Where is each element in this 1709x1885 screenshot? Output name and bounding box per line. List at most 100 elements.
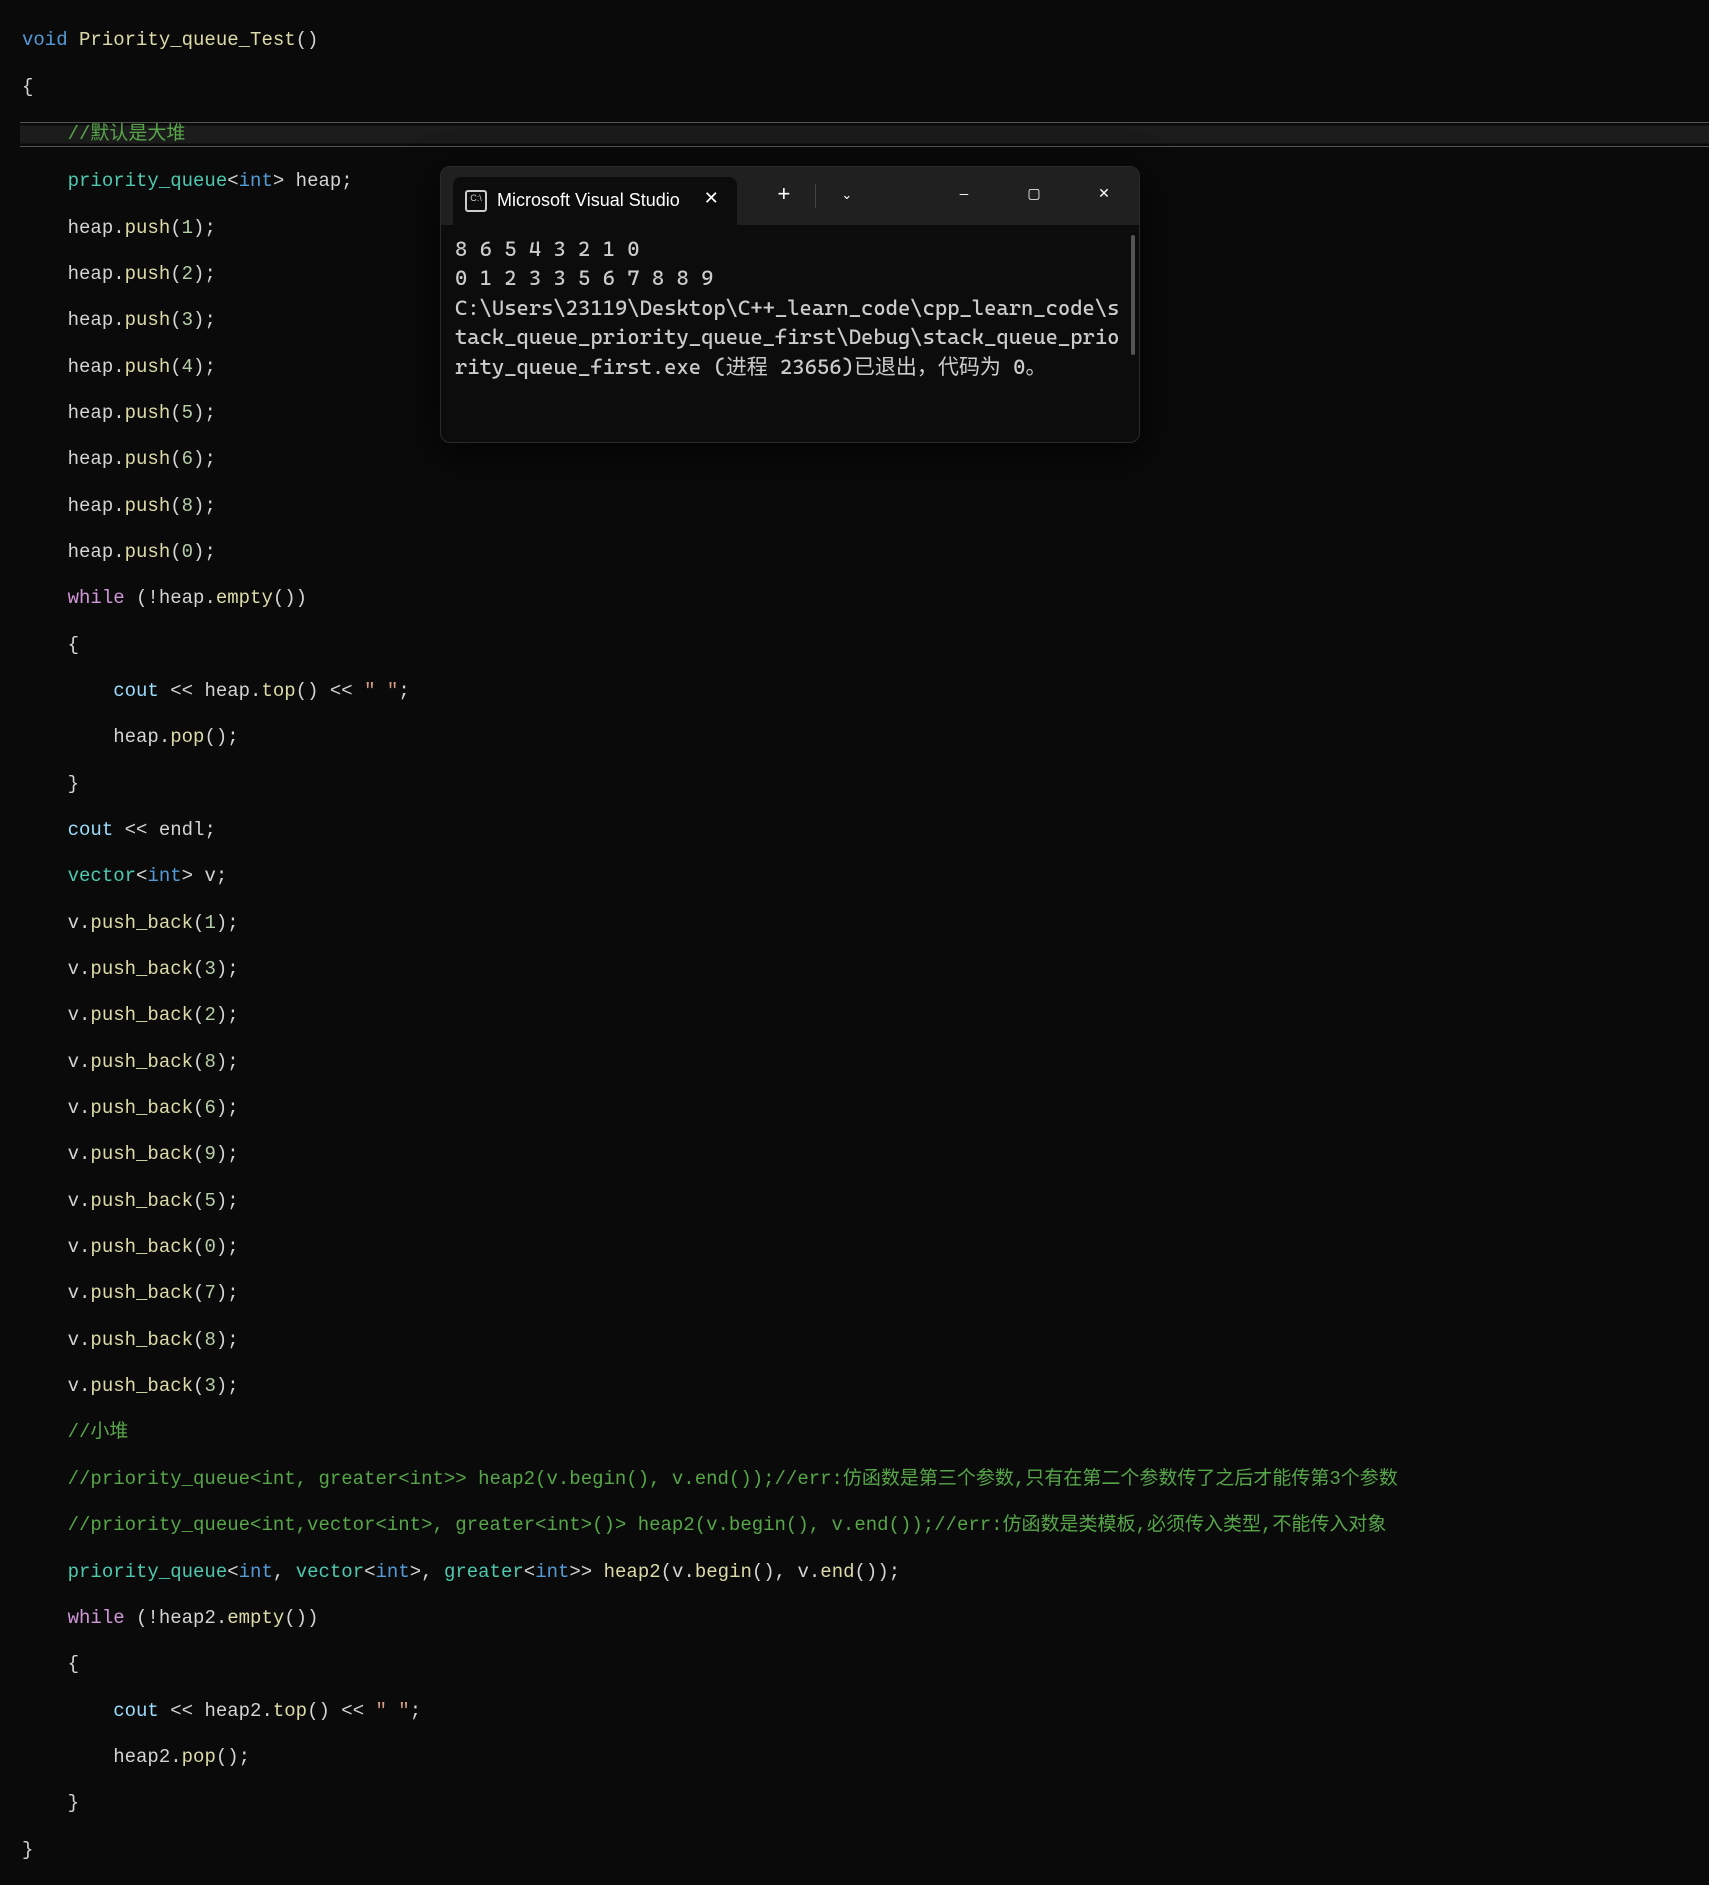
paren: ( (170, 448, 181, 470)
method: push (125, 263, 171, 285)
operator: << (159, 680, 205, 702)
obj: v. (68, 1097, 91, 1119)
terminal-window[interactable]: C:\ Microsoft Visual Studio ✕ + ⌄ — ▢ ✕ … (440, 166, 1140, 443)
method: empty (216, 587, 273, 609)
paren: ( (193, 1329, 204, 1351)
parens: ()); (855, 1561, 901, 1583)
paren: ( (170, 541, 181, 563)
paren: ); (216, 1051, 239, 1073)
output-line: 8 6 5 4 3 2 1 0 (455, 235, 1125, 264)
paren: ( (193, 1375, 204, 1397)
maximize-button[interactable]: ▢ (1005, 176, 1063, 216)
maximize-icon: ▢ (1027, 187, 1040, 204)
method: pop (170, 726, 204, 748)
number: 3 (204, 1375, 215, 1397)
expr: (v. (661, 1561, 695, 1583)
obj: heap2. (204, 1700, 272, 1722)
class-name: priority_queue (68, 170, 228, 192)
endl: endl (159, 819, 205, 841)
method: push_back (90, 1190, 193, 1212)
plus-icon: + (777, 183, 790, 210)
number: 9 (204, 1143, 215, 1165)
paren: ); (193, 541, 216, 563)
comma: , (273, 1561, 296, 1583)
paren: ( (193, 1143, 204, 1165)
number: 8 (204, 1051, 215, 1073)
paren: ); (216, 1236, 239, 1258)
paren: ( (170, 309, 181, 331)
method: push_back (90, 1051, 193, 1073)
method: push_back (90, 1143, 193, 1165)
expr: (), v. (752, 1561, 820, 1583)
output-line: C:\Users\23119\Desktop\C++_learn_code\cp… (455, 294, 1125, 382)
method: push_back (90, 1329, 193, 1351)
close-icon: ✕ (1098, 187, 1110, 204)
new-tab-button[interactable]: + (757, 176, 811, 216)
method: push (125, 495, 171, 517)
semicolon: ; (204, 819, 215, 841)
obj: heap. (68, 448, 125, 470)
terminal-output[interactable]: 8 6 5 4 3 2 1 0 0 1 2 3 3 5 6 7 8 8 9 C:… (441, 225, 1139, 442)
method: push_back (90, 1097, 193, 1119)
parens: ()) (284, 1607, 318, 1629)
scrollbar[interactable] (1131, 235, 1135, 355)
separator (815, 184, 816, 208)
number: 5 (182, 402, 193, 424)
operator: << (318, 680, 364, 702)
parens: (); (204, 726, 238, 748)
string: " " (376, 1700, 410, 1722)
tab-dropdown-button[interactable]: ⌄ (820, 176, 874, 216)
angle: < (364, 1561, 375, 1583)
angle: >> (569, 1561, 592, 1583)
brace: { (22, 76, 33, 98)
minimize-button[interactable]: — (935, 176, 993, 216)
number: 3 (204, 958, 215, 980)
obj: v. (68, 1282, 91, 1304)
class-name: greater (444, 1561, 524, 1583)
method: pop (182, 1746, 216, 1768)
keyword-while: while (68, 587, 125, 609)
paren: ); (216, 1004, 239, 1026)
class-name: priority_queue (68, 1561, 228, 1583)
brace: { (68, 1653, 79, 1675)
paren: ( (193, 1282, 204, 1304)
tab-close-button[interactable]: ✕ (698, 186, 725, 216)
paren: ); (193, 309, 216, 331)
obj: heap. (68, 309, 125, 331)
parens: () (296, 680, 319, 702)
method: empty (227, 1607, 284, 1629)
obj: heap. (68, 402, 125, 424)
parens: (); (216, 1746, 250, 1768)
brace: } (68, 773, 79, 795)
cout: cout (113, 1700, 159, 1722)
function-name: Priority_queue_Test (79, 29, 296, 51)
number: 2 (182, 263, 193, 285)
number: 6 (204, 1097, 215, 1119)
brace: } (22, 1839, 33, 1861)
type: int (535, 1561, 569, 1583)
terminal-titlebar[interactable]: C:\ Microsoft Visual Studio ✕ + ⌄ — ▢ ✕ (441, 167, 1139, 225)
paren: ); (216, 1282, 239, 1304)
paren: ); (193, 263, 216, 285)
method: end (820, 1561, 854, 1583)
obj: v. (68, 958, 91, 980)
operator: << (159, 1700, 205, 1722)
class-name: vector (296, 1561, 364, 1583)
keyword-void: void (22, 29, 68, 51)
paren: ); (193, 448, 216, 470)
terminal-tab[interactable]: C:\ Microsoft Visual Studio ✕ (453, 177, 737, 225)
close-button[interactable]: ✕ (1075, 176, 1133, 216)
paren: ( (193, 1236, 204, 1258)
angle: > (182, 865, 193, 887)
paren: ); (193, 356, 216, 378)
comment: //priority_queue<int,vector<int>, greate… (68, 1514, 1387, 1536)
method: push_back (90, 1375, 193, 1397)
string: " " (364, 680, 398, 702)
variable: heap (284, 170, 341, 192)
class-name: vector (68, 865, 136, 887)
brace: } (68, 1792, 79, 1814)
method: push (125, 356, 171, 378)
method: push_back (90, 1004, 193, 1026)
angle: < (227, 170, 238, 192)
tab-title: Microsoft Visual Studio (497, 190, 680, 212)
